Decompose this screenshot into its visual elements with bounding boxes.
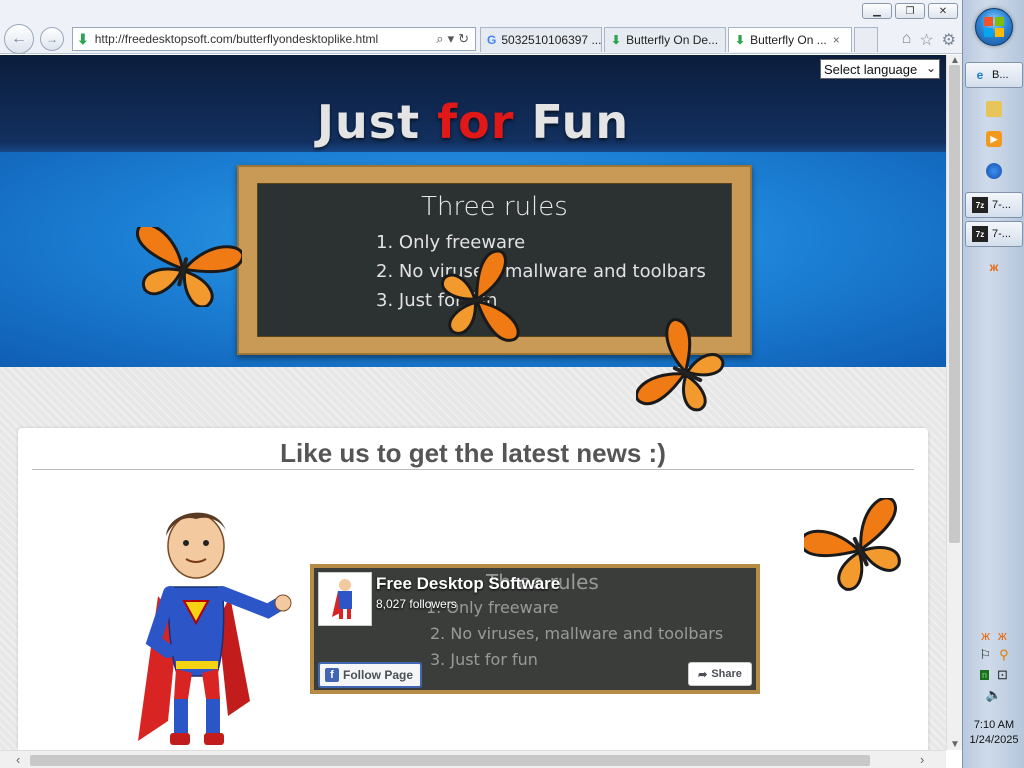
chalkboard-title: Three rules bbox=[421, 192, 568, 222]
taskbar-item-7zip-1[interactable]: 7z 7-... bbox=[965, 192, 1023, 218]
tab-label: Butterfly On De... bbox=[626, 33, 719, 47]
media-player-icon: ▶ bbox=[986, 131, 1002, 147]
like-panel: Like us to get the latest news :) Three … bbox=[18, 428, 928, 750]
arrow-left-icon: ← bbox=[11, 30, 27, 47]
explorer-icon bbox=[986, 101, 1002, 117]
widget-bg-rule: 2. No viruses, mallware and toolbars bbox=[430, 624, 724, 643]
tab-label: Butterfly On ... bbox=[750, 33, 827, 47]
minimize-button[interactable]: ▁ bbox=[862, 3, 892, 19]
chevron-down-icon: ⌄ bbox=[925, 61, 936, 75]
7zip-icon: 7z bbox=[972, 197, 988, 213]
logo-word-fun: Fun bbox=[531, 95, 630, 149]
system-tray: ж ж ⚐ ⚲ n ⊡ 🔈 bbox=[963, 625, 1024, 705]
scroll-left-icon[interactable]: ‹ bbox=[16, 752, 20, 767]
rule-item: 2. No viruses, mallware and toolbars bbox=[376, 261, 706, 282]
butterfly-tray-icon[interactable]: ж bbox=[981, 628, 990, 643]
scroll-down-icon[interactable]: ▼ bbox=[950, 739, 960, 750]
new-tab-button[interactable] bbox=[854, 27, 878, 52]
share-button[interactable]: ➦ Share bbox=[688, 662, 752, 686]
taskbar-item-explorer[interactable] bbox=[965, 96, 1023, 122]
windows-logo-icon bbox=[984, 17, 1004, 37]
butterfly-tray-icon[interactable]: ж bbox=[998, 628, 1007, 643]
tab-butterfly-1[interactable]: ⬇ Butterfly On De... bbox=[604, 27, 726, 52]
settings-gear-icon[interactable]: ⚙ bbox=[942, 30, 956, 50]
taskbar-item-butterfly[interactable]: ж bbox=[965, 254, 1023, 280]
google-icon: G bbox=[487, 33, 497, 47]
arrow-right-icon: → bbox=[46, 32, 58, 46]
favorites-star-icon[interactable]: ☆ bbox=[919, 30, 933, 50]
clock-date: 1/24/2025 bbox=[969, 734, 1019, 746]
taskbar: e B... ▶ 7z 7-... 7z 7-... ж ж ж ⚐ ⚲ n ⊡… bbox=[962, 0, 1024, 768]
facebook-page-widget[interactable]: Three rules 1. Only freeware 2. No virus… bbox=[310, 564, 760, 694]
taskbar-clock[interactable]: 7:10 AM 1/24/2025 bbox=[963, 718, 1024, 748]
download-page-icon: ⬇ bbox=[77, 30, 89, 47]
taskbar-item-ie[interactable]: e B... bbox=[965, 62, 1023, 88]
taskbar-item-label: 7-... bbox=[992, 199, 1011, 211]
horizontal-scroll-thumb[interactable] bbox=[30, 755, 870, 766]
forward-button[interactable]: → bbox=[40, 27, 64, 51]
vertical-scrollbar[interactable]: ▲ ▼ bbox=[946, 55, 962, 750]
restore-button[interactable]: ❐ bbox=[895, 3, 925, 19]
close-window-button[interactable]: ✕ bbox=[928, 3, 958, 19]
close-tab-icon[interactable]: × bbox=[833, 33, 840, 47]
divider bbox=[32, 469, 914, 470]
browser-chrome: ▁ ❐ ✕ ← → ⬇ http://freedesktopsoft.com/b… bbox=[0, 0, 962, 54]
volume-muted-icon[interactable]: 🔈 bbox=[986, 687, 1002, 703]
language-select-label: Select language bbox=[824, 61, 918, 77]
taskbar-item-7zip-2[interactable]: 7z 7-... bbox=[965, 221, 1023, 247]
tab-google[interactable]: G 5032510106397 ... bbox=[480, 27, 602, 52]
follow-page-button[interactable]: f Follow Page bbox=[318, 662, 422, 688]
home-icon[interactable]: ⌂ bbox=[902, 30, 912, 50]
facebook-icon: f bbox=[325, 668, 339, 682]
share-label: Share bbox=[711, 668, 742, 680]
language-select[interactable]: Select language ⌄ bbox=[820, 59, 940, 79]
superhero-illustration bbox=[118, 501, 298, 750]
ie-icon: e bbox=[976, 68, 984, 82]
action-center-flag-icon[interactable]: ⚐ bbox=[979, 647, 991, 663]
vertical-scroll-thumb[interactable] bbox=[949, 65, 960, 543]
butterfly-icon bbox=[126, 227, 242, 307]
search-tray-icon[interactable]: ⚲ bbox=[999, 647, 1009, 663]
search-icon[interactable]: ⌕ bbox=[436, 31, 443, 47]
address-bar[interactable]: ⬇ http://freedesktopsoft.com/butterflyon… bbox=[72, 27, 476, 51]
network-icon[interactable]: ⊡ bbox=[997, 667, 1008, 683]
widget-bg-rule: 3. Just for fun bbox=[430, 650, 538, 669]
taskbar-item-label: 7-... bbox=[992, 228, 1011, 240]
facebook-page-avatar[interactable] bbox=[318, 572, 372, 626]
logo-word-for: for bbox=[437, 95, 515, 149]
horizontal-scrollbar[interactable]: ‹ › bbox=[0, 750, 946, 768]
7zip-icon: 7z bbox=[972, 226, 988, 242]
site-logo[interactable]: Just for Fun bbox=[0, 95, 946, 149]
window-controls: ▁ ❐ ✕ bbox=[862, 3, 958, 19]
butterfly-icon bbox=[636, 317, 730, 427]
taskbar-item-media-player[interactable]: ▶ bbox=[965, 126, 1023, 152]
page-viewport: Select language ⌄ Just for Fun Three rul… bbox=[0, 55, 946, 750]
share-arrow-icon: ➦ bbox=[698, 668, 708, 681]
clock-time: 7:10 AM bbox=[973, 719, 1015, 731]
panel-heading: Like us to get the latest news :) bbox=[280, 438, 666, 468]
start-button[interactable] bbox=[975, 8, 1013, 46]
taskbar-item-label: B... bbox=[992, 69, 1009, 81]
download-icon: ⬇ bbox=[611, 33, 622, 47]
butterfly-icon bbox=[804, 498, 914, 598]
download-icon: ⬇ bbox=[735, 33, 746, 47]
firefox-icon bbox=[986, 163, 1002, 179]
follow-page-label: Follow Page bbox=[343, 668, 414, 682]
butterfly-icon: ж bbox=[989, 260, 999, 274]
refresh-icon[interactable]: ↻ bbox=[458, 31, 469, 47]
facebook-page-name[interactable]: Free Desktop Software bbox=[376, 574, 560, 594]
logo-word-just: Just bbox=[316, 95, 421, 149]
tab-label: 5032510106397 ... bbox=[501, 33, 602, 47]
butterfly-icon bbox=[432, 245, 526, 355]
dropdown-icon[interactable]: ▾ bbox=[448, 31, 455, 47]
nvidia-icon[interactable]: n bbox=[980, 670, 990, 680]
tab-butterfly-active[interactable]: ⬇ Butterfly On ... × bbox=[728, 27, 852, 52]
address-text[interactable]: http://freedesktopsoft.com/butterflyonde… bbox=[95, 32, 437, 46]
back-button[interactable]: ← bbox=[4, 24, 34, 54]
facebook-followers-count: 8,027 followers bbox=[376, 597, 457, 611]
taskbar-item-firefox[interactable] bbox=[965, 158, 1023, 184]
scroll-right-icon[interactable]: › bbox=[920, 752, 924, 767]
